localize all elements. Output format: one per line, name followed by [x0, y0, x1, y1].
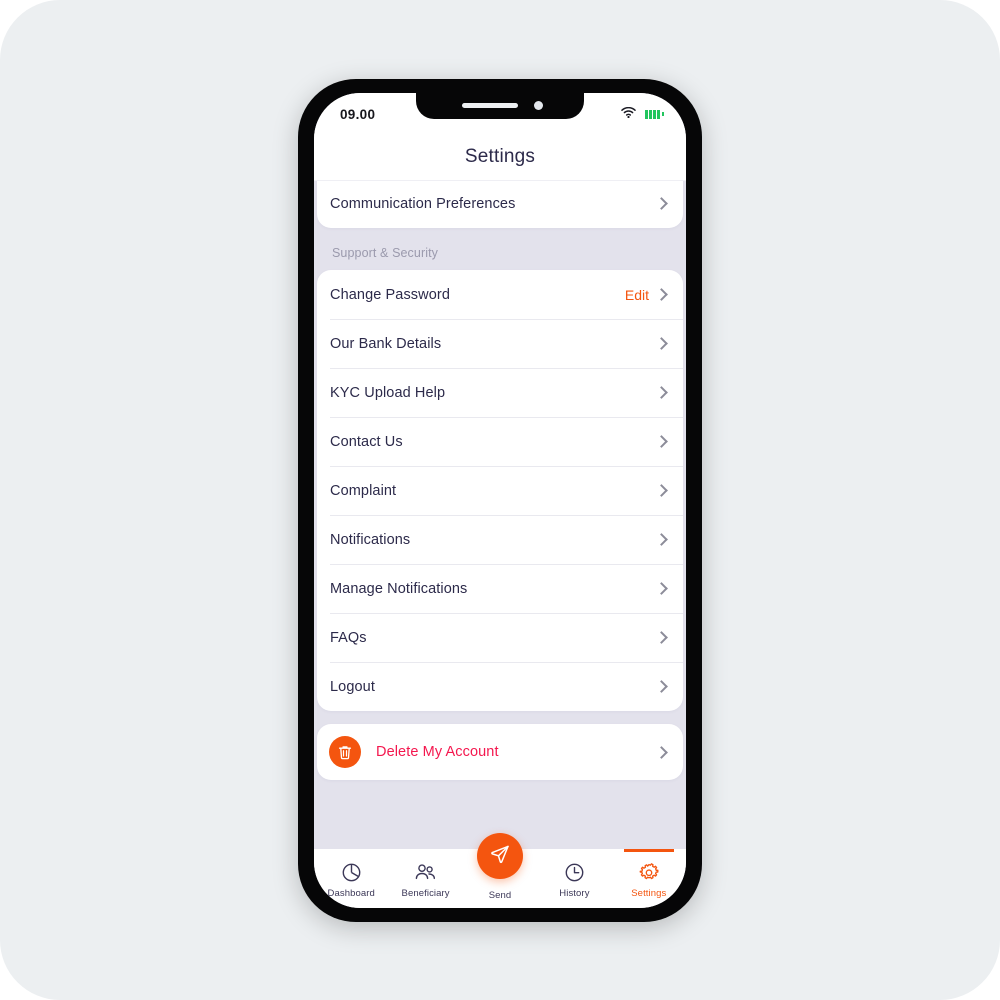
list-item-contact-us[interactable]: Contact Us: [317, 417, 683, 466]
people-icon: [414, 862, 437, 884]
chevron-right-icon[interactable]: [655, 582, 668, 595]
pie-chart-icon: [341, 862, 362, 884]
phone-screen: 09.00 Settings Communication Preferences…: [314, 93, 686, 908]
chevron-right-icon[interactable]: [655, 197, 668, 210]
wifi-icon: [621, 105, 636, 123]
settings-scroll-area[interactable]: Communication Preferences Support & Secu…: [314, 181, 686, 849]
nav-label: Beneficiary: [401, 887, 450, 899]
row-action: [655, 484, 670, 497]
app-header: Settings: [314, 133, 686, 181]
row-divider: [330, 368, 683, 369]
send-button[interactable]: [477, 833, 524, 879]
nav-label: History: [559, 887, 590, 899]
list-item-our-bank-details[interactable]: Our Bank Details: [317, 319, 683, 368]
list-item-label: Communication Preferences: [330, 195, 516, 212]
nav-item-beneficiary[interactable]: Beneficiary: [388, 849, 462, 908]
nav-label: Settings: [631, 887, 667, 899]
chevron-right-icon[interactable]: [655, 533, 668, 546]
list-item-label: Logout: [330, 678, 375, 695]
list-item-manage-notifications[interactable]: Manage Notifications: [317, 564, 683, 613]
row-divider: [330, 564, 683, 565]
row-divider: [330, 417, 683, 418]
delete-account-card: Delete My Account: [317, 724, 683, 780]
phone-frame: 09.00 Settings Communication Preferences…: [298, 79, 702, 922]
nav-item-history[interactable]: History: [537, 849, 611, 908]
row-action: [655, 680, 670, 693]
row-action: [655, 582, 670, 595]
list-item-faqs[interactable]: FAQs: [317, 613, 683, 662]
earpiece-speaker: [461, 103, 518, 108]
delete-account-label: Delete My Account: [376, 744, 499, 760]
bottom-navigation: Dashboard Beneficiary Send History Setti…: [314, 833, 686, 908]
row-divider: [330, 662, 683, 663]
row-action: Edit: [625, 287, 670, 303]
list-item-notifications[interactable]: Notifications: [317, 515, 683, 564]
row-divider: [330, 466, 683, 467]
list-item-complaint[interactable]: Complaint: [317, 466, 683, 515]
edit-link[interactable]: Edit: [625, 287, 649, 303]
row-action: [655, 435, 670, 448]
row-action: [655, 337, 670, 350]
nav-item-dashboard[interactable]: Dashboard: [314, 849, 388, 908]
clock-icon: [564, 862, 585, 884]
list-item-logout[interactable]: Logout: [317, 662, 683, 711]
status-time: 09.00: [340, 106, 376, 122]
row-divider: [330, 319, 683, 320]
list-item-communication-preferences[interactable]: Communication Preferences: [317, 181, 683, 228]
chevron-right-icon[interactable]: [655, 745, 668, 759]
chevron-right-icon[interactable]: [655, 288, 668, 301]
list-item-label: Change Password: [330, 286, 450, 303]
chevron-right-icon[interactable]: [655, 435, 668, 448]
row-action: [655, 386, 670, 399]
settings-card-top: Communication Preferences: [317, 181, 683, 228]
status-indicators: [621, 105, 664, 123]
section-heading-support-security: Support & Security: [332, 246, 439, 260]
row-action: [655, 197, 670, 210]
page-title: Settings: [464, 145, 536, 167]
card-spacer: [316, 711, 684, 724]
gear-icon: [638, 862, 660, 884]
nav-label: Send: [488, 890, 512, 901]
list-item-label: FAQs: [330, 629, 367, 646]
list-item-label: Notifications: [330, 531, 411, 548]
nav-label: Dashboard: [327, 887, 375, 899]
chevron-right-icon[interactable]: [655, 631, 668, 644]
paper-plane-icon: [489, 843, 511, 870]
delete-my-account-button[interactable]: Delete My Account: [317, 724, 683, 780]
list-item-label: Our Bank Details: [330, 335, 442, 352]
trash-icon: [329, 736, 361, 768]
list-item-label: KYC Upload Help: [330, 384, 446, 401]
list-item-label: Contact Us: [330, 433, 403, 450]
battery-icon: [645, 109, 664, 119]
row-action: [655, 631, 670, 644]
settings-card-support-security: Change Password Edit Our Bank Details KY…: [317, 270, 683, 711]
chevron-right-icon[interactable]: [655, 337, 668, 350]
row-divider: [330, 613, 683, 614]
chevron-right-icon[interactable]: [655, 386, 668, 399]
row-action: [655, 533, 670, 546]
row-action: [655, 745, 670, 759]
nav-item-settings[interactable]: Settings: [612, 849, 686, 908]
row-divider: [330, 515, 683, 516]
chevron-right-icon[interactable]: [655, 484, 668, 497]
phone-notch: [416, 93, 584, 119]
list-item-label: Complaint: [330, 482, 397, 499]
front-camera-icon: [533, 101, 543, 110]
list-item-label: Manage Notifications: [330, 580, 468, 597]
nav-item-send[interactable]: Send: [463, 833, 537, 908]
list-item-change-password[interactable]: Change Password Edit: [317, 270, 683, 319]
chevron-right-icon[interactable]: [655, 680, 668, 693]
canvas-panel: 09.00 Settings Communication Preferences…: [0, 0, 1000, 1000]
list-item-kyc-upload-help[interactable]: KYC Upload Help: [317, 368, 683, 417]
